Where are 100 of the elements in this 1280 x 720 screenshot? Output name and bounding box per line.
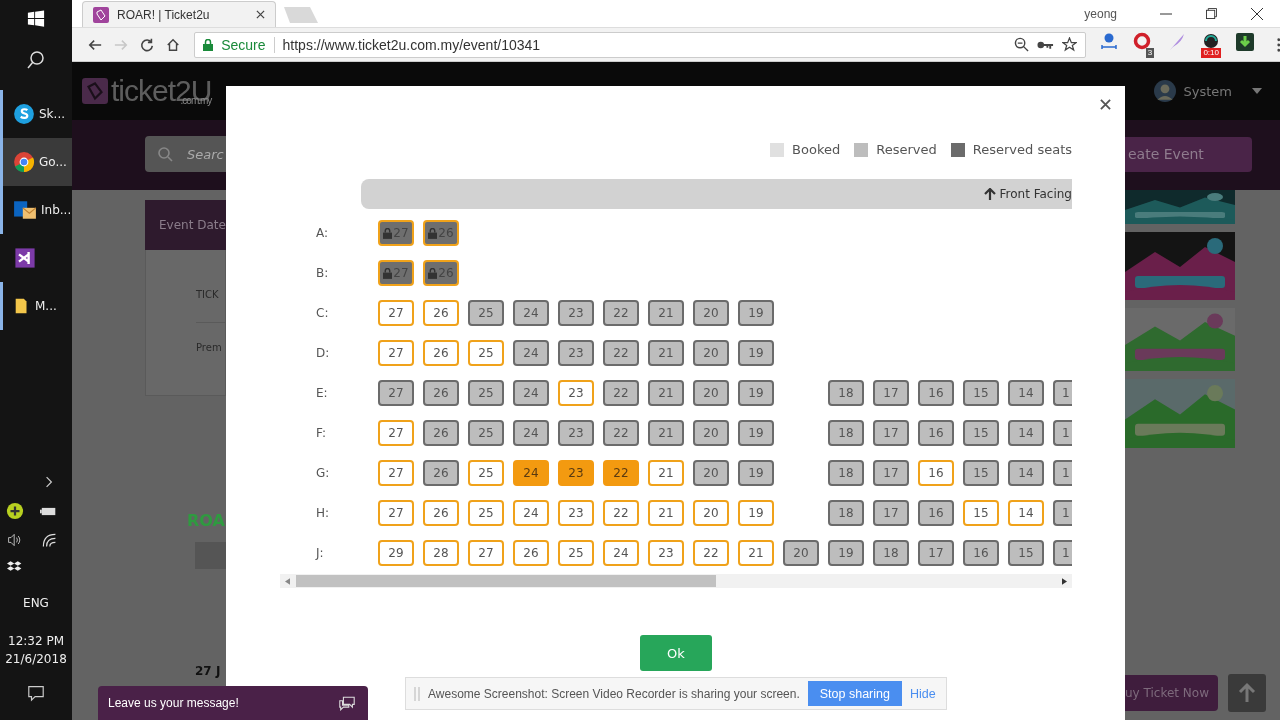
seat-button[interactable]: 23: [558, 460, 594, 486]
seat-button[interactable]: 26: [423, 500, 459, 526]
dropbox-icon[interactable]: [7, 560, 23, 574]
seat-button[interactable]: 21: [648, 300, 684, 326]
seat-button[interactable]: 27: [378, 300, 414, 326]
seat-button[interactable]: 22: [603, 380, 639, 406]
seat-button[interactable]: 16: [963, 540, 999, 566]
seat-button[interactable]: 18: [873, 540, 909, 566]
seat-button[interactable]: 25: [468, 380, 504, 406]
scroll-right-icon[interactable]: [1062, 577, 1067, 585]
seat-button[interactable]: 15: [963, 380, 999, 406]
windows-icon[interactable]: [27, 10, 45, 28]
zoom-out-icon[interactable]: [1014, 37, 1030, 52]
scroll-top-button[interactable]: [1228, 674, 1266, 712]
seat-button[interactable]: 23: [648, 540, 684, 566]
seat-button[interactable]: 25: [558, 540, 594, 566]
seat-button[interactable]: 25: [468, 500, 504, 526]
horizontal-scrollbar[interactable]: [280, 574, 1072, 588]
seat-button[interactable]: 26: [423, 420, 459, 446]
seat-button[interactable]: 19: [738, 380, 774, 406]
seat-button[interactable]: 18: [828, 380, 864, 406]
seat-button[interactable]: 25: [468, 420, 504, 446]
seat-button[interactable]: 22: [603, 300, 639, 326]
user-menu[interactable]: System: [1153, 80, 1262, 102]
seat-button[interactable]: 22: [603, 340, 639, 366]
ok-button[interactable]: Ok: [640, 635, 712, 671]
close-icon[interactable]: [1251, 7, 1263, 20]
home-icon[interactable]: [166, 36, 181, 53]
seat-button[interactable]: 15: [963, 460, 999, 486]
seat-button[interactable]: 25: [468, 340, 504, 366]
seat-button[interactable]: 21: [648, 500, 684, 526]
seat-button[interactable]: 16: [918, 420, 954, 446]
seat-button[interactable]: 1: [1053, 380, 1072, 406]
chat-bar[interactable]: Leave us your message!: [98, 686, 368, 720]
seat-button[interactable]: 28: [423, 540, 459, 566]
seat-button[interactable]: 18: [828, 460, 864, 486]
seat-button[interactable]: 1: [1053, 540, 1072, 566]
close-icon[interactable]: [256, 10, 265, 19]
chevron-icon[interactable]: [45, 476, 53, 488]
plus-icon[interactable]: [6, 502, 24, 520]
restore-icon[interactable]: [1206, 8, 1217, 19]
seat-button[interactable]: 24: [513, 420, 549, 446]
reload-icon[interactable]: [140, 36, 155, 53]
seat-button[interactable]: 20: [693, 300, 729, 326]
seat-button[interactable]: 17: [873, 500, 909, 526]
seat-button[interactable]: 29: [378, 540, 414, 566]
seat-button[interactable]: 20: [693, 420, 729, 446]
seat-button[interactable]: 25: [468, 460, 504, 486]
seat-button[interactable]: 19: [828, 540, 864, 566]
scroll-left-icon[interactable]: [285, 577, 290, 585]
seat-button[interactable]: 15: [963, 500, 999, 526]
browser-tab[interactable]: ROAR! | Ticket2u: [82, 1, 276, 27]
seat-button[interactable]: 27: [378, 420, 414, 446]
seat-button[interactable]: 20: [693, 460, 729, 486]
person-icon[interactable]: [1099, 31, 1120, 52]
seat-button[interactable]: 22: [603, 500, 639, 526]
create-event-button[interactable]: eate Event: [1125, 137, 1252, 172]
seat-button[interactable]: 16: [918, 460, 954, 486]
seat-button[interactable]: 23: [558, 500, 594, 526]
language-indicator[interactable]: ENG: [23, 594, 49, 612]
seat-button[interactable]: 1: [1053, 460, 1072, 486]
speaker-icon[interactable]: [7, 532, 23, 548]
menu-icon[interactable]: [1276, 36, 1280, 53]
address-bar[interactable]: Secure https://www.ticket2u.com.my/event/10341: [194, 31, 1087, 58]
seat-button[interactable]: 20: [783, 540, 819, 566]
seat-button[interactable]: 1: [1053, 500, 1072, 526]
seat-button[interactable]: 19: [738, 420, 774, 446]
download-icon[interactable]: [1235, 31, 1256, 52]
seat-button[interactable]: 23: [558, 420, 594, 446]
seat-button[interactable]: 26: [423, 460, 459, 486]
logo-text[interactable]: ticket2U .com.my: [111, 76, 212, 106]
seat-button[interactable]: 17: [873, 380, 909, 406]
notification-icon[interactable]: [27, 684, 45, 702]
seat-button[interactable]: 26: [423, 340, 459, 366]
seat-button[interactable]: 24: [513, 300, 549, 326]
seat-button[interactable]: 27: [378, 500, 414, 526]
seat-button[interactable]: 18: [828, 500, 864, 526]
seat-button[interactable]: 14: [1008, 380, 1044, 406]
seat-button[interactable]: 24: [513, 380, 549, 406]
star-icon[interactable]: [1062, 37, 1078, 52]
seat-button[interactable]: 19: [738, 500, 774, 526]
seat-button[interactable]: 19: [738, 340, 774, 366]
seat-button[interactable]: 21: [648, 420, 684, 446]
seat-button[interactable]: 25: [468, 300, 504, 326]
battery-icon[interactable]: [40, 505, 58, 517]
seat-button[interactable]: 24: [513, 340, 549, 366]
seat-button[interactable]: 19: [738, 300, 774, 326]
seat-button[interactable]: 24: [513, 500, 549, 526]
seat-button[interactable]: 14: [1008, 420, 1044, 446]
seat-button[interactable]: 15: [963, 420, 999, 446]
search-field[interactable]: Searc: [145, 136, 226, 172]
seat-button[interactable]: 23: [558, 380, 594, 406]
seat-button[interactable]: 1: [1053, 420, 1072, 446]
seat-button[interactable]: 20: [693, 500, 729, 526]
seat-button[interactable]: 15: [1008, 540, 1044, 566]
stop-sharing-button[interactable]: Stop sharing: [807, 681, 902, 706]
seat-button[interactable]: 23: [558, 340, 594, 366]
seat-button[interactable]: 21: [738, 540, 774, 566]
wifi-icon[interactable]: [41, 532, 57, 548]
hide-link[interactable]: Hide: [909, 686, 936, 701]
